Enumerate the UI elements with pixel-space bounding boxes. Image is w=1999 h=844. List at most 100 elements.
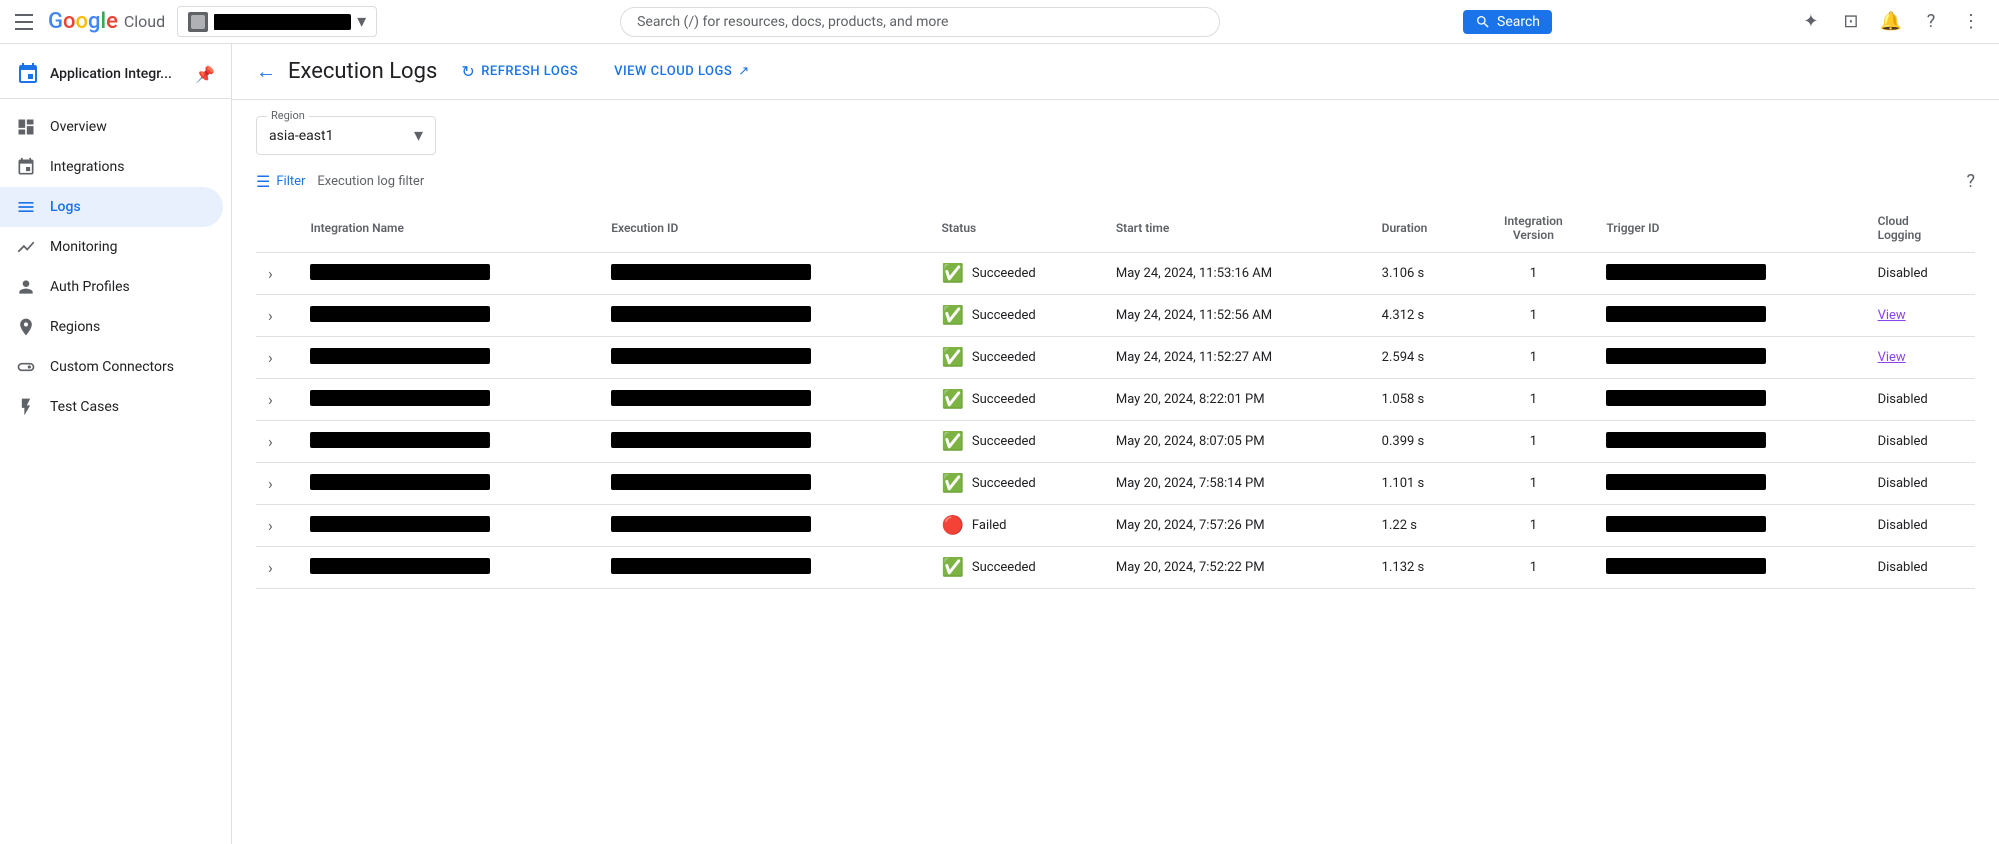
sidebar-item-overview[interactable]: Overview (0, 107, 223, 147)
sidebar-auth-label: Auth Profiles (50, 279, 130, 295)
status-cell: ✅Succeeded (941, 389, 1091, 410)
table-row[interactable]: ›✅SucceededMay 24, 2024, 11:52:27 AM2.59… (256, 337, 1975, 379)
region-selector[interactable]: Region asia-east1 ▾ (256, 116, 436, 155)
sidebar-item-regions[interactable]: Regions (0, 307, 223, 347)
region-area: Region asia-east1 ▾ (232, 100, 1999, 171)
content-area: ← Execution Logs ↻ REFRESH LOGS VIEW CLO… (232, 44, 1999, 844)
col-expand (256, 204, 298, 253)
expand-row-button[interactable]: › (268, 306, 273, 325)
more-options-icon[interactable]: ⋮ (1955, 6, 1987, 38)
cloud-logging-cell: Disabled (1866, 547, 1975, 589)
execution-id-cell (611, 474, 811, 490)
integration-version-cell: 1 (1472, 379, 1594, 421)
sidebar-item-logs[interactable]: Logs (0, 187, 223, 227)
status-cell: ✅ Succeeded (941, 347, 1091, 368)
cloud-logging-cell: View (1866, 337, 1975, 379)
test-cases-icon (16, 397, 36, 417)
table-row[interactable]: ›✅SucceededMay 24, 2024, 11:53:16 AM3.10… (256, 253, 1975, 295)
col-start-time: Start time (1104, 204, 1370, 253)
col-cloud-logging: CloudLogging (1866, 204, 1975, 253)
failed-icon: 🔴 (941, 515, 963, 536)
search-button-label: Search (1497, 14, 1540, 30)
sidebar-app-title: Application Integr... (50, 66, 172, 82)
integration-version-cell: 1 (1472, 337, 1594, 379)
sidebar-item-auth-profiles[interactable]: Auth Profiles (0, 267, 223, 307)
project-selector[interactable]: ████████████ ▾ (177, 6, 377, 37)
expand-row-button[interactable]: › (268, 474, 273, 493)
search-icon (1475, 14, 1491, 30)
success-icon: ✅ (941, 347, 963, 368)
terminal-icon[interactable]: ⊡ (1835, 6, 1867, 38)
table-row[interactable]: ›✅SucceededMay 24, 2024, 11:52:56 AM4.31… (256, 295, 1975, 337)
cloud-logging-cell: Disabled (1866, 505, 1975, 547)
project-icon (188, 12, 208, 32)
status-label: Succeeded (972, 476, 1036, 491)
cloud-logo-text: Cloud (124, 12, 165, 31)
filter-button[interactable]: ☰ Filter (256, 172, 305, 191)
sidebar-item-monitoring[interactable]: Monitoring (0, 227, 223, 267)
success-icon: ✅ (941, 473, 963, 494)
col-integration-name: Integration Name (298, 204, 599, 253)
start-time-cell: May 24, 2024, 11:52:27 AM (1104, 337, 1370, 379)
sidebar: Application Integr... 📌 Overview Integra… (0, 44, 232, 844)
cloud-logging-view-link[interactable]: View (1878, 308, 1906, 323)
status-cell: 🔴 Failed (941, 515, 1091, 536)
expand-row-button[interactable]: › (268, 558, 273, 577)
google-cloud-logo[interactable]: Google Cloud (48, 9, 165, 34)
status-cell: ✅Succeeded (941, 305, 1091, 326)
sidebar-header: Application Integr... 📌 (0, 52, 231, 99)
execution-id-cell (611, 264, 811, 280)
table-row[interactable]: ›✅SucceededMay 20, 2024, 8:07:05 PM0.399… (256, 421, 1975, 463)
trigger-id-cell (1606, 264, 1766, 280)
view-cloud-logs-button[interactable]: VIEW CLOUD LOGS ↗ (602, 58, 762, 85)
table-row[interactable]: ›✅SucceededMay 20, 2024, 7:52:22 PM1.132… (256, 547, 1975, 589)
table-row[interactable]: ›🔴FailedMay 20, 2024, 7:57:26 PM1.22 s1D… (256, 505, 1975, 547)
integration-name-cell (310, 306, 490, 322)
cloud-logging-cell: Disabled (1866, 421, 1975, 463)
filter-icon: ☰ (256, 172, 270, 191)
sidebar-item-test-cases[interactable]: Test Cases (0, 387, 223, 427)
expand-row-button[interactable]: › (268, 348, 273, 367)
menu-icon[interactable] (12, 10, 36, 34)
region-label: Region (267, 109, 309, 122)
region-select-inner[interactable]: asia-east1 ▾ (269, 125, 423, 146)
start-time-cell: May 24, 2024, 11:52:56 AM (1104, 295, 1370, 337)
trigger-id-cell (1606, 474, 1766, 490)
search-button[interactable]: Search (1463, 10, 1552, 34)
start-time-cell: May 20, 2024, 7:58:14 PM (1104, 463, 1370, 505)
cloud-logging-view-link[interactable]: View (1878, 350, 1906, 365)
sidebar-item-custom-connectors[interactable]: Custom Connectors (0, 347, 223, 387)
expand-row-button[interactable]: › (268, 264, 273, 283)
google-logo-text: Google (48, 9, 118, 34)
status-cell: ✅Succeeded (941, 557, 1091, 578)
status-label: Succeeded (972, 350, 1036, 365)
back-button[interactable]: ← (256, 59, 276, 84)
execution-id-cell (611, 348, 811, 364)
overview-icon (16, 117, 36, 137)
search-bar[interactable]: Search (/) for resources, docs, products… (620, 7, 1220, 37)
expand-row-button[interactable]: › (268, 516, 273, 535)
help-circle-icon[interactable]: ? (1966, 171, 1975, 192)
table-row[interactable]: ›✅SucceededMay 20, 2024, 8:22:01 PM1.058… (256, 379, 1975, 421)
execution-id-cell (611, 306, 811, 322)
sidebar-integrations-label: Integrations (50, 159, 124, 175)
status-label: Failed (972, 518, 1007, 533)
expand-row-button[interactable]: › (268, 390, 273, 409)
status-cell: ✅Succeeded (941, 431, 1091, 452)
view-cloud-label: VIEW CLOUD LOGS (614, 64, 732, 79)
cloud-logging-cell: Disabled (1866, 463, 1975, 505)
help-icon[interactable]: ? (1915, 6, 1947, 38)
success-icon: ✅ (941, 263, 963, 284)
external-link-icon: ↗ (738, 64, 749, 79)
pin-icon[interactable]: 📌 (195, 65, 215, 84)
table-row[interactable]: › ✅ Succeeded May 20, 2024, 7:58:14 PM1.101… (256, 463, 1975, 505)
sparkle-icon[interactable]: ✦ (1795, 6, 1827, 38)
notifications-icon[interactable]: 🔔 (1875, 6, 1907, 38)
sidebar-item-integrations[interactable]: Integrations (0, 147, 223, 187)
status-label: Succeeded (972, 266, 1036, 281)
expand-row-button[interactable]: › (268, 432, 273, 451)
refresh-logs-button[interactable]: ↻ REFRESH LOGS (449, 56, 590, 87)
duration-cell: 1.101 s (1370, 463, 1473, 505)
page-title: Execution Logs (288, 59, 437, 84)
status-cell: ✅ Succeeded (941, 473, 1091, 494)
